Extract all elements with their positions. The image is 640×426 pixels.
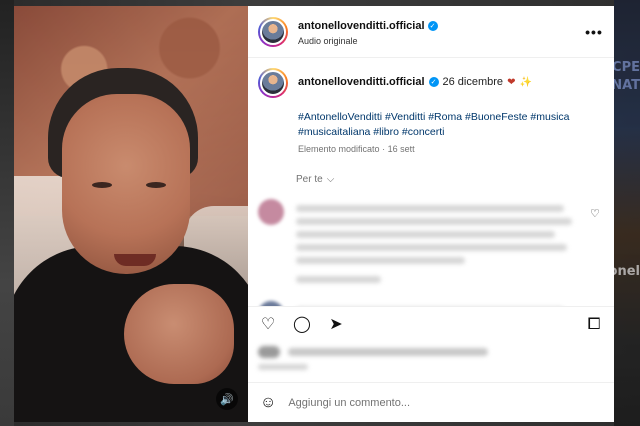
chevron-down-icon: ⌵ xyxy=(326,174,335,186)
share-icon[interactable]: ➤ xyxy=(326,316,346,333)
red-heart-icon: ❤ xyxy=(507,76,516,88)
edited-label: Elemento modificato xyxy=(298,144,380,155)
hashtag-link[interactable]: #musica xyxy=(530,111,569,123)
video-person-face xyxy=(62,94,190,274)
blurred-comment-text xyxy=(296,301,604,306)
save-bookmark-icon[interactable]: ⧠ xyxy=(584,316,604,333)
caption: antonellovenditti.official ✓ 26 dicembre… xyxy=(258,68,604,98)
hashtag-link[interactable]: #AntonelloVenditti xyxy=(298,111,382,123)
audio-label-link[interactable]: Audio originale xyxy=(298,36,584,48)
comment-item: ♡ xyxy=(258,199,604,289)
speaker-icon: 🔊 xyxy=(220,393,234,406)
commenter-avatar[interactable] xyxy=(258,199,284,226)
caption-timestamp: 16 sett xyxy=(387,144,415,155)
hashtag-link[interactable]: #libro xyxy=(373,126,399,138)
audio-toggle-button[interactable]: 🔊 xyxy=(216,388,238,410)
likes-summary xyxy=(248,342,614,382)
add-comment-input[interactable] xyxy=(288,396,602,409)
hashtag-link[interactable]: #musicaitaliana xyxy=(298,126,370,138)
more-options-icon[interactable]: ••• xyxy=(584,24,604,40)
comment-like-icon[interactable]: ♡ xyxy=(590,207,602,220)
caption-verified-badge-icon: ✓ xyxy=(428,77,439,87)
hashtag-link[interactable]: #Venditti xyxy=(385,111,425,123)
video-person-hand xyxy=(124,284,234,384)
emoji-picker-icon[interactable]: ☺ xyxy=(260,394,276,412)
backdrop-text-2: NAT xyxy=(611,78,640,93)
commenter-avatar[interactable] xyxy=(258,301,284,306)
video-person-mouth xyxy=(114,254,156,266)
caption-date-text: 26 dicembre xyxy=(442,76,504,88)
sparkles-icon: ✨ xyxy=(519,76,532,88)
caption-author-avatar[interactable] xyxy=(258,68,288,98)
blurred-likes-text xyxy=(258,346,604,358)
for-you-label: Per te xyxy=(296,174,323,186)
blurred-comment-text xyxy=(296,199,604,289)
comments-section: antonellovenditti.official ✓ 26 dicembre… xyxy=(248,58,614,306)
hashtag-link[interactable]: #Roma xyxy=(428,111,462,123)
blurred-post-date xyxy=(258,364,308,370)
video-person-eye-left xyxy=(92,182,112,188)
post-actions-bar: ♡ ◯ ➤ ⧠ xyxy=(248,306,614,342)
caption-username-link[interactable]: antonellovenditti.official xyxy=(298,76,425,88)
post-side-panel: antonellovenditti.official ✓ Audio origi… xyxy=(248,6,614,422)
like-icon[interactable]: ♡ xyxy=(258,316,278,333)
post-header: antonellovenditti.official ✓ Audio origi… xyxy=(248,6,614,58)
comment-icon[interactable]: ◯ xyxy=(292,316,312,333)
for-you-sort-button[interactable]: Per te ⌵ xyxy=(296,174,334,185)
hashtag-link[interactable]: #concerti xyxy=(402,126,445,138)
post-modal: 🔊 antonellovenditti.official ✓ Audio ori… xyxy=(14,6,614,422)
verified-badge-icon: ✓ xyxy=(427,21,438,32)
author-username-link[interactable]: antonellovenditti.official xyxy=(298,19,425,33)
post-video[interactable]: 🔊 xyxy=(14,6,248,422)
hashtag-link[interactable]: #BuoneFeste xyxy=(465,111,527,123)
caption-hashtags: #AntonelloVenditti #Venditti #Roma #Buon… xyxy=(298,110,604,140)
backdrop-left-strip xyxy=(0,0,14,426)
caption-meta: Elemento modificato · 16 sett xyxy=(298,144,604,154)
comment-item: ♡ xyxy=(258,301,604,306)
video-person-eye-right xyxy=(146,182,166,188)
author-avatar[interactable] xyxy=(258,16,288,47)
backdrop-right-strip: ACPE NAT onel xyxy=(602,0,640,426)
comment-composer: ☺ xyxy=(248,382,614,422)
